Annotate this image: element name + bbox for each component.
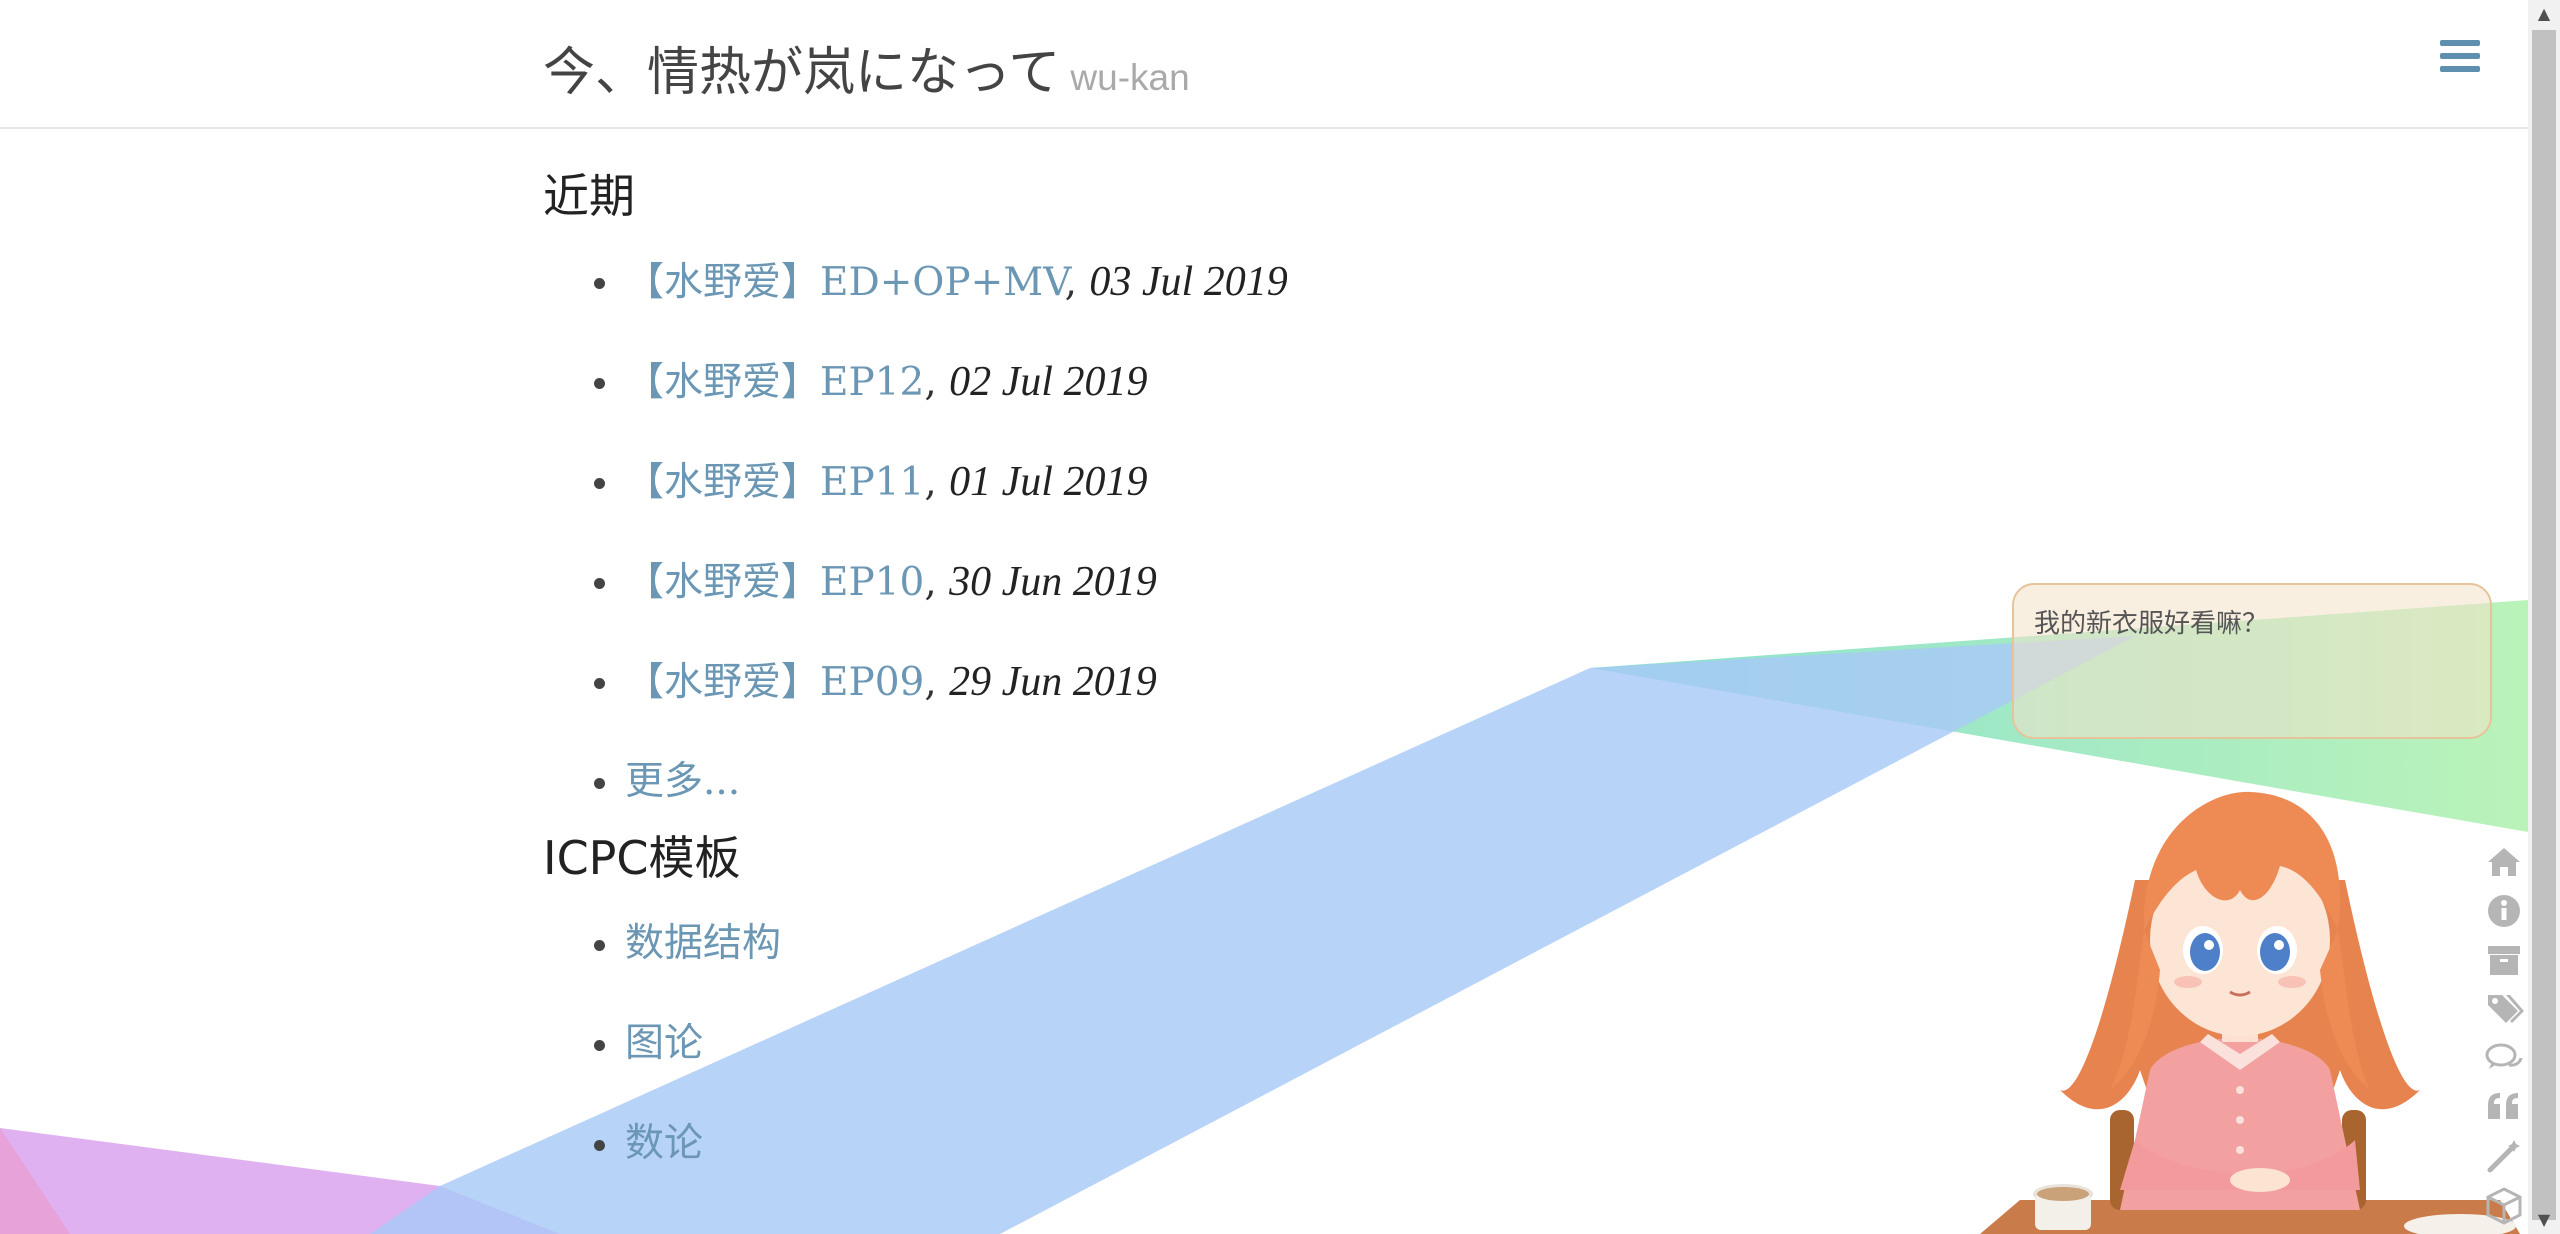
site-subtitle: wu-kan	[1070, 57, 1190, 98]
post-date: 02 Jul 2019	[949, 359, 1148, 405]
info-icon[interactable]	[2484, 891, 2524, 931]
post-date: 03 Jul 2019	[1089, 259, 1288, 305]
post-link[interactable]: 【水野爱】EP12	[625, 360, 924, 405]
separator: ,	[924, 660, 937, 705]
bullet	[594, 1040, 605, 1051]
post-link[interactable]: 【水野爱】EP11	[625, 460, 924, 505]
bullet	[594, 278, 605, 289]
post-date: 30 Jun 2019	[949, 559, 1157, 605]
list-item: 【水野爱】EP11, 01 Jul 2019	[543, 432, 1943, 532]
post-link[interactable]: 【水野爱】EP10	[625, 560, 924, 605]
list-item: 【水野爱】EP09, 29 Jun 2019	[543, 632, 1943, 732]
bullet	[594, 578, 605, 589]
bullet	[594, 478, 605, 489]
recent-posts-list: 【水野爱】ED+OP+MV, 03 Jul 2019 【水野爱】EP12, 02…	[543, 232, 1943, 832]
separator: ,	[1064, 260, 1077, 305]
mascot-speech-text: 我的新衣服好看嘛？	[2034, 609, 2269, 639]
home-icon[interactable]	[2484, 842, 2524, 882]
site-title-text[interactable]: 今、情热が岚になって	[543, 43, 1060, 103]
bullet	[594, 940, 605, 951]
mascot-character[interactable]	[1960, 770, 2520, 1234]
tags-icon[interactable]	[2484, 989, 2524, 1029]
separator: ,	[924, 560, 937, 605]
scroll-thumb[interactable]	[2532, 30, 2556, 1220]
scroll-down-arrow-icon[interactable]: ▼	[2528, 1206, 2560, 1234]
list-item: 数论	[543, 1094, 1943, 1194]
bullet	[594, 1140, 605, 1151]
icpc-list: 数据结构 图论 数论	[543, 894, 1943, 1194]
recent-heading: 近期	[543, 169, 635, 223]
list-item: 更多...	[543, 732, 1943, 832]
post-date: 29 Jun 2019	[949, 659, 1157, 705]
quote-icon[interactable]	[2484, 1087, 2524, 1127]
main-content: 近期 【水野爱】ED+OP+MV, 03 Jul 2019 【水野爱】EP12,…	[543, 160, 1943, 1194]
separator: ,	[924, 360, 937, 405]
icpc-heading: ICPC模板	[543, 831, 741, 885]
more-link[interactable]: 更多...	[625, 759, 740, 804]
bullet	[594, 678, 605, 689]
list-item: 【水野爱】ED+OP+MV, 03 Jul 2019	[543, 232, 1943, 332]
icpc-link-number-theory[interactable]: 数论	[625, 1121, 703, 1166]
list-item: 【水野爱】EP10, 30 Jun 2019	[543, 532, 1943, 632]
site-title[interactable]: 今、情热が岚になって wu-kan	[543, 30, 1190, 105]
icpc-link-data-structures[interactable]: 数据结构	[625, 921, 781, 966]
comments-icon[interactable]	[2484, 1038, 2524, 1078]
list-item: 数据结构	[543, 894, 1943, 994]
cube-icon[interactable]	[2484, 1185, 2524, 1225]
side-toolbar	[2484, 842, 2524, 1234]
post-link[interactable]: 【水野爱】EP09	[625, 660, 924, 705]
hamburger-menu-icon[interactable]	[2440, 40, 2480, 76]
post-date: 01 Jul 2019	[949, 459, 1148, 505]
site-header: 今、情热が岚になって wu-kan	[0, 0, 2528, 129]
magic-wand-icon[interactable]	[2484, 1136, 2524, 1176]
vertical-scrollbar[interactable]: ▲ ▼	[2528, 0, 2560, 1234]
bullet	[594, 378, 605, 389]
bullet	[594, 778, 605, 789]
post-link[interactable]: 【水野爱】ED+OP+MV	[625, 260, 1065, 305]
archive-icon[interactable]	[2484, 940, 2524, 980]
list-item: 【水野爱】EP12, 02 Jul 2019	[543, 332, 1943, 432]
list-item: 图论	[543, 994, 1943, 1094]
scroll-up-arrow-icon[interactable]: ▲	[2528, 0, 2560, 28]
icpc-link-graph-theory[interactable]: 图论	[625, 1021, 703, 1066]
separator: ,	[924, 460, 937, 505]
mascot-speech-bubble: 我的新衣服好看嘛？	[2012, 583, 2492, 739]
